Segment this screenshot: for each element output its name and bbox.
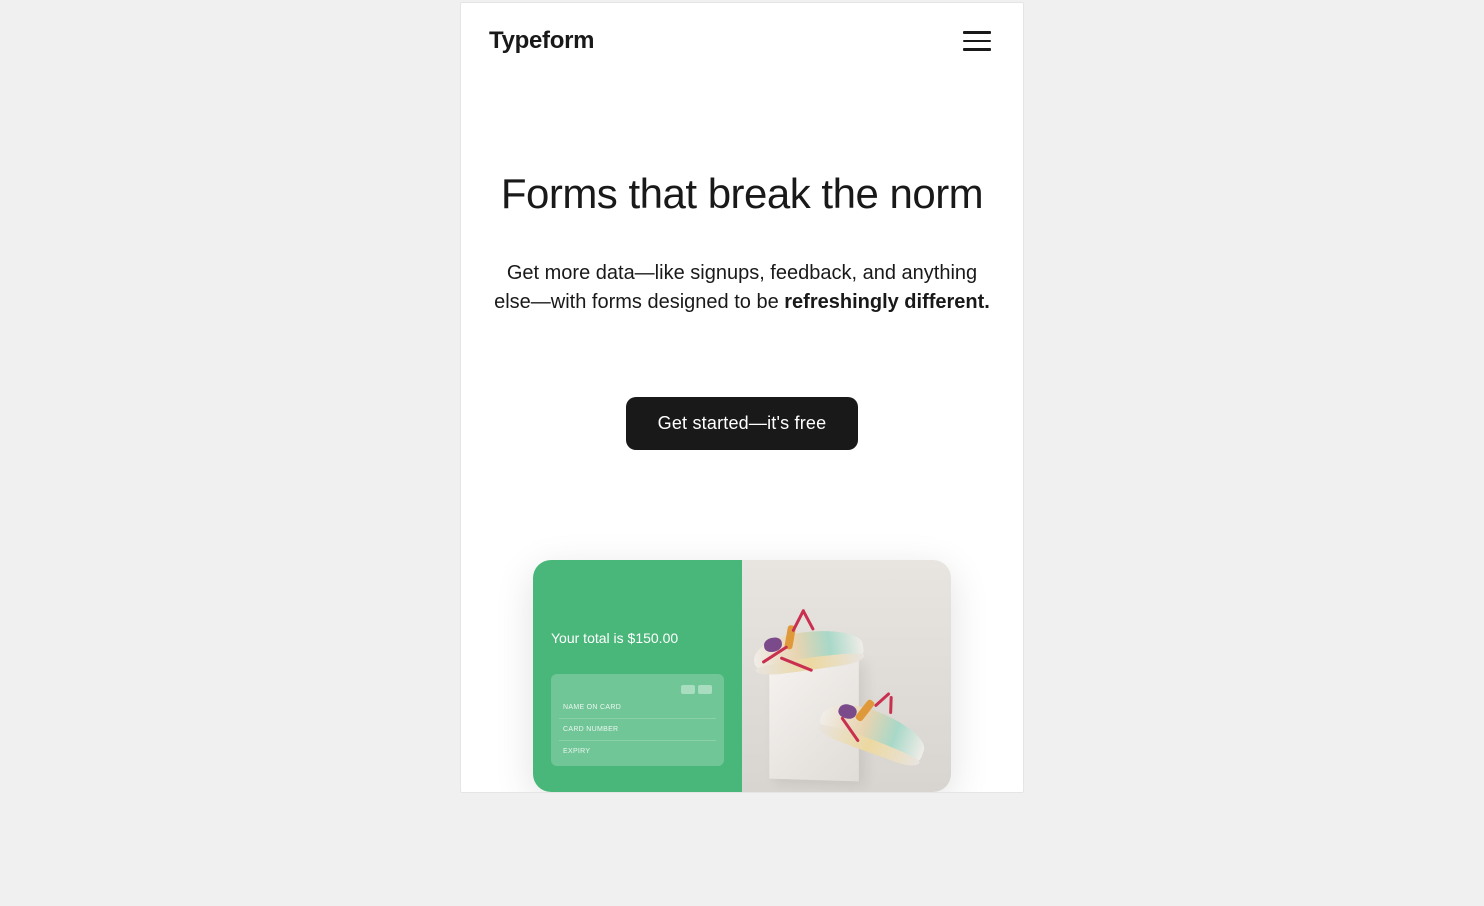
- hero-section: Forms that break the norm Get more data—…: [461, 79, 1023, 450]
- name-on-card-field[interactable]: NAME ON CARD: [559, 701, 716, 714]
- payment-form: NAME ON CARD CARD NUMBER EXPIRY: [551, 674, 724, 766]
- demo-card: Your total is $150.00 NAME ON CARD: [533, 560, 951, 792]
- card-brand-icon: [698, 685, 712, 694]
- get-started-button[interactable]: Get started—it's free: [626, 397, 859, 450]
- total-amount-text: Your total is $150.00: [551, 630, 724, 646]
- demo-form-panel: Your total is $150.00 NAME ON CARD: [533, 560, 742, 792]
- typeform-logo[interactable]: Typeform: [489, 27, 594, 55]
- hero-subtitle: Get more data—like signups, feedback, an…: [489, 259, 995, 317]
- hero-title: Forms that break the norm: [489, 169, 995, 219]
- payment-card-icons-row: [559, 682, 716, 697]
- card-brand-icon: [681, 685, 695, 694]
- expiry-label: EXPIRY: [563, 748, 590, 755]
- card-number-field[interactable]: CARD NUMBER: [559, 723, 716, 736]
- expiry-field[interactable]: EXPIRY: [559, 745, 716, 758]
- demo-product-image: [742, 560, 951, 792]
- name-on-card-label: NAME ON CARD: [563, 704, 621, 711]
- card-number-label: CARD NUMBER: [563, 726, 618, 733]
- mobile-viewport: Typeform Forms that break the norm Get m…: [460, 2, 1024, 793]
- hero-subtitle-emphasis: refreshingly different.: [784, 291, 990, 313]
- menu-icon[interactable]: [959, 27, 995, 55]
- site-header: Typeform: [461, 3, 1023, 79]
- demo-section: Your total is $150.00 NAME ON CARD: [461, 450, 1023, 792]
- card-brand-icons: [681, 685, 712, 694]
